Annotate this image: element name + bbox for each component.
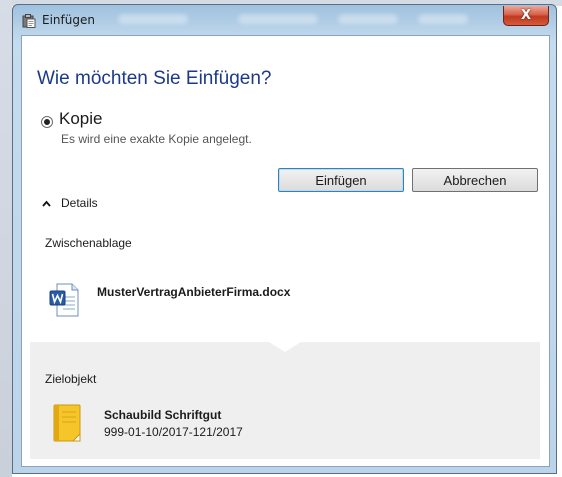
close-button[interactable]: X [503, 6, 549, 26]
target-title: Schaubild Schriftgut [104, 408, 222, 422]
blurred-background-text [338, 14, 398, 24]
desktop-background-left [0, 0, 12, 477]
target-label: Zielobjekt [45, 372, 97, 386]
title-bar[interactable]: Einfügen X [13, 5, 556, 35]
chevron-up-icon [42, 200, 51, 207]
blurred-background-text [238, 14, 318, 24]
details-toggle[interactable]: Details [42, 196, 98, 210]
details-label: Details [61, 196, 98, 210]
copy-option-description: Es wird eine exakte Kopie angelegt. [61, 132, 252, 146]
target-subtitle: 999-01-10/2017-121/2017 [104, 425, 243, 439]
target-panel-notch [269, 342, 301, 352]
paste-icon [22, 14, 36, 28]
target-panel [30, 342, 540, 459]
dialog-heading: Wie möchten Sie Einfügen? [37, 68, 272, 89]
cancel-button[interactable]: Abbrechen [412, 168, 538, 192]
notebook-icon [53, 404, 81, 442]
paste-button[interactable]: Einfügen [278, 168, 404, 192]
copy-option-label[interactable]: Kopie [59, 109, 102, 129]
dialog-content: Wie möchten Sie Einfügen? Kopie Es wird … [21, 35, 550, 467]
blurred-background-text [118, 14, 188, 24]
clipboard-label: Zwischenablage [45, 236, 132, 250]
copy-radio-button[interactable] [41, 116, 53, 128]
paste-dialog-window: Einfügen X Wie möchten Sie Einfügen? Kop… [12, 4, 557, 474]
clipboard-file-name: MusterVertragAnbieterFirma.docx [97, 285, 291, 299]
blurred-background-text [418, 14, 468, 24]
window-title: Einfügen [42, 13, 95, 27]
word-document-icon [49, 283, 79, 317]
close-icon: X [520, 8, 532, 23]
